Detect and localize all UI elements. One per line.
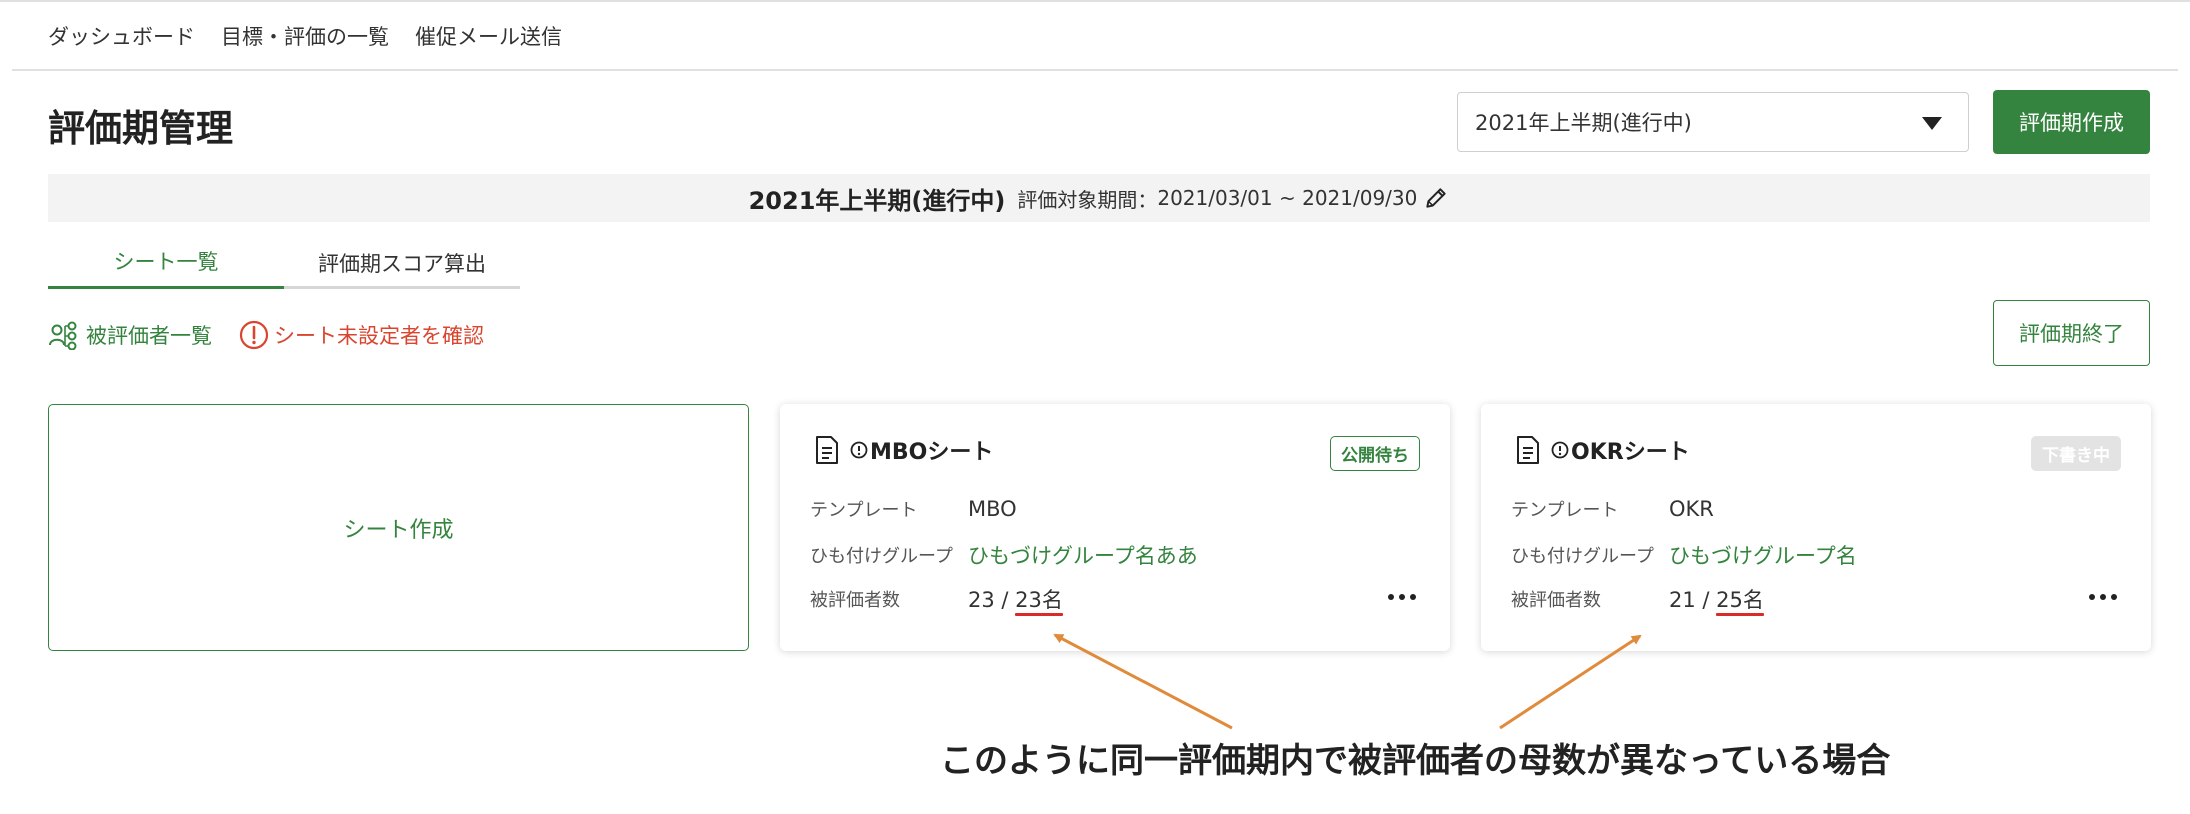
sheet-card[interactable]: MBOシート 公開待ち テンプレート MBO ひも付けグループ ひもづけグループ… <box>780 404 1450 651</box>
caret-down-icon <box>1922 117 1942 130</box>
count-value: 23 / 23名 <box>968 584 1063 616</box>
annotation-text: このように同一評価期内で被評価者の母数が異なっている場合 <box>940 741 1891 781</box>
document-icon <box>1517 436 1539 464</box>
count-label: 被評価者数 <box>1511 590 1601 611</box>
info-circle-icon <box>1551 441 1569 459</box>
group-label: ひも付けグループ <box>810 546 953 567</box>
template-value: OKR <box>1669 497 1714 521</box>
count-row: 被評価者数 21 / 25名 <box>1511 584 1764 616</box>
evaluatees-link-label: 被評価者一覧 <box>86 324 212 348</box>
count-label: 被評価者数 <box>810 590 900 611</box>
page-title: 評価期管理 <box>48 107 233 150</box>
count-separator: / <box>994 588 1016 612</box>
count-total-text: 23名 <box>1015 588 1063 612</box>
group-link[interactable]: ひもづけグループ名ああ <box>968 540 1198 570</box>
count-current: 23 <box>968 588 995 612</box>
red-underline <box>1015 613 1063 616</box>
info-circle-icon <box>850 441 868 459</box>
template-row: テンプレート MBO <box>810 496 1017 522</box>
nav-item-reminder-mail[interactable]: 催促メール送信 <box>415 21 562 51</box>
status-badge: 下書き中 <box>2031 436 2121 471</box>
period-range: 2021/03/01 ~ 2021/09/30 <box>1157 186 1418 210</box>
count-separator: / <box>1695 588 1717 612</box>
tab-bar: シート一覧 評価期スコア算出 <box>48 236 520 289</box>
nav-item-goals-list[interactable]: 目標・評価の一覧 <box>221 21 389 51</box>
group-label: ひも付けグループ <box>1511 546 1654 567</box>
unassigned-link-label: シート未設定者を確認 <box>274 324 484 348</box>
count-row: 被評価者数 23 / 23名 <box>810 584 1063 616</box>
count-total: 23名 <box>1015 588 1063 616</box>
tab-score-calculation[interactable]: 評価期スコア算出 <box>284 236 520 289</box>
action-links: 被評価者一覧 シート未設定者を確認 <box>48 318 484 352</box>
create-period-button[interactable]: 評価期作成 <box>1993 90 2150 154</box>
template-value: MBO <box>968 497 1017 521</box>
create-sheet-card[interactable]: シート作成 <box>48 404 749 651</box>
group-link[interactable]: ひもづけグループ名 <box>1669 540 1857 570</box>
group-row: ひも付けグループ ひもづけグループ名ああ <box>810 540 1198 570</box>
count-current: 21 <box>1669 588 1696 612</box>
status-badge: 公開待ち <box>1330 436 1420 471</box>
nav-item-dashboard[interactable]: ダッシュボード <box>48 21 195 51</box>
create-sheet-label: シート作成 <box>343 517 454 543</box>
period-select-value: 2021年上半期(進行中) <box>1475 111 1692 135</box>
period-range-label: 評価対象期間： <box>1017 187 1158 212</box>
sheet-card-header: OKRシート <box>1515 434 1690 466</box>
more-dots-icon[interactable] <box>2089 594 2117 600</box>
count-value: 21 / 25名 <box>1669 584 1764 616</box>
users-icon <box>49 321 77 350</box>
alert-circle-icon <box>239 320 269 350</box>
more-dots-icon[interactable] <box>1388 594 1416 600</box>
sheet-title: OKRシート <box>1571 440 1690 465</box>
period-select[interactable]: 2021年上半期(進行中) <box>1457 92 1969 152</box>
template-label: テンプレート <box>810 500 918 521</box>
template-row: テンプレート OKR <box>1511 496 1714 522</box>
group-row: ひも付けグループ ひもづけグループ名 <box>1511 540 1857 570</box>
count-total: 25名 <box>1716 588 1764 616</box>
document-icon <box>816 436 838 464</box>
period-name: 2021年上半期(進行中) <box>748 186 1006 215</box>
end-period-button[interactable]: 評価期終了 <box>1993 300 2150 366</box>
evaluatees-link[interactable]: 被評価者一覧 <box>48 320 212 350</box>
sheet-card[interactable]: OKRシート 下書き中 テンプレート OKR ひも付けグループ ひもづけグループ… <box>1481 404 2151 651</box>
sheet-card-header: MBOシート <box>814 434 993 466</box>
count-total-text: 25名 <box>1716 588 1764 612</box>
top-nav: ダッシュボード 目標・評価の一覧 催促メール送信 <box>12 3 2178 71</box>
tab-sheet-list[interactable]: シート一覧 <box>48 236 284 289</box>
unassigned-link[interactable]: シート未設定者を確認 <box>238 319 484 351</box>
template-label: テンプレート <box>1511 500 1619 521</box>
red-underline <box>1716 613 1764 616</box>
pencil-icon[interactable] <box>1423 185 1449 211</box>
sheet-title: MBOシート <box>870 440 994 465</box>
period-info-bar: 2021年上半期(進行中) 評価対象期間： 2021/03/01 ~ 2021/… <box>48 174 2150 222</box>
